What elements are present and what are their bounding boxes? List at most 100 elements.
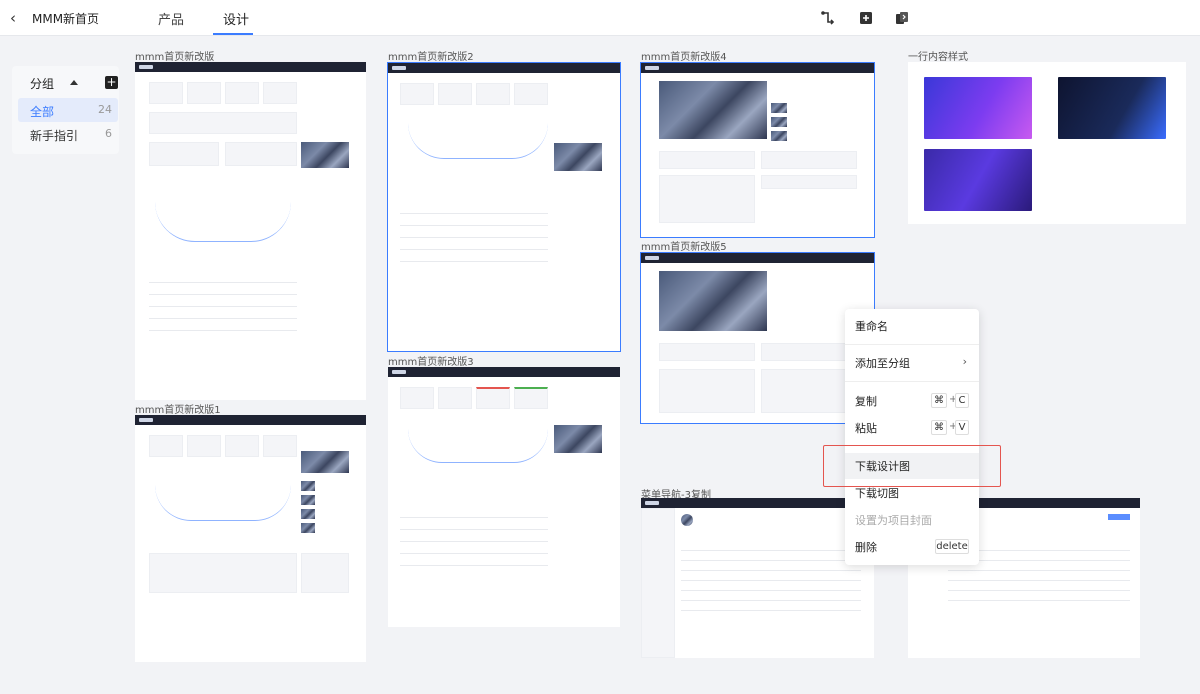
menu-item-set-cover: 设置为项目封面 (845, 507, 979, 533)
image-placeholder (554, 425, 602, 453)
promo-banner-purple (924, 77, 1032, 139)
group-item-label: 全部 (30, 105, 55, 119)
table-line (681, 600, 861, 601)
menu-item-paste[interactable]: 粘贴 ⌘ + V (845, 415, 979, 441)
artboard-thumbnail-selected[interactable] (387, 62, 621, 352)
content-block (659, 175, 755, 223)
area-chart (155, 202, 291, 242)
menu-item-label: 重命名 (855, 320, 888, 333)
top-bar: ‹ MMM新首页 产品 设计 (0, 0, 1200, 36)
add-icon[interactable] (858, 10, 874, 26)
menu-divider (845, 381, 979, 382)
stat-card (225, 82, 259, 104)
menu-item-delete[interactable]: 删除 delete (845, 534, 979, 560)
artboard-header (641, 498, 874, 508)
table-line (681, 590, 861, 591)
table-line (149, 318, 297, 319)
menu-item-add-to-group[interactable]: 添加至分组 › (845, 350, 979, 376)
table-line (400, 553, 548, 554)
group-item-guide[interactable]: 新手指引 6 (18, 122, 118, 146)
context-menu: 重命名 添加至分组 › 复制 ⌘ + C 粘贴 ⌘ + V 下载设计图 下载切图… (845, 309, 979, 565)
sidebar-block (641, 508, 675, 658)
artboard-thumbnail[interactable] (640, 252, 875, 424)
artboard-title: mmm首页新改版4 (641, 52, 727, 63)
stat-card (438, 387, 472, 409)
menu-item-rename[interactable]: 重命名 (845, 313, 979, 339)
tab-product[interactable]: 产品 (158, 9, 184, 28)
content-block (761, 369, 857, 413)
table-line (400, 237, 548, 238)
artboard-thumbnail[interactable] (135, 62, 366, 400)
menu-item-copy[interactable]: 复制 ⌘ + C (845, 388, 979, 414)
stat-card (400, 387, 434, 409)
pages-icon[interactable] (894, 10, 910, 26)
image-placeholder (554, 143, 602, 171)
content-block (301, 553, 349, 593)
artboard-thumbnail[interactable] (135, 415, 366, 662)
content-block (659, 369, 755, 413)
shortcut-key: V (955, 420, 969, 435)
image-thumb (771, 131, 787, 141)
table-line (400, 529, 548, 530)
menu-item-label: 复制 (855, 395, 877, 408)
image-placeholder (659, 271, 767, 331)
stat-card (514, 83, 548, 105)
image-thumb (301, 509, 315, 519)
back-arrow-icon[interactable]: ‹ (10, 9, 28, 27)
table-line (948, 600, 1130, 601)
image-thumb (771, 103, 787, 113)
table-line (400, 517, 548, 518)
table-line (948, 590, 1130, 591)
content-block (225, 142, 297, 166)
table-line (681, 550, 861, 551)
menu-item-label: 下载切图 (855, 487, 899, 500)
artboard-title: mmm首页新改版 (135, 52, 215, 63)
menu-item-label: 设置为项目封面 (855, 514, 932, 527)
groups-title[interactable]: 分组 (30, 75, 54, 92)
artboard-thumbnail[interactable] (641, 498, 874, 658)
content-block (659, 343, 755, 361)
artboard-thumbnail[interactable] (908, 62, 1186, 224)
group-item-all[interactable]: 全部 24 (18, 98, 118, 122)
content-block (761, 343, 857, 361)
group-item-count: 6 (105, 127, 112, 140)
table-line (681, 610, 861, 611)
area-chart (408, 429, 548, 463)
image-placeholder (659, 81, 767, 139)
menu-item-download-slices[interactable]: 下载切图 (845, 480, 979, 506)
content-block (149, 142, 219, 166)
stat-card (149, 435, 183, 457)
artboard-header (641, 253, 874, 263)
avatar (681, 514, 693, 526)
menu-item-label: 下载设计图 (855, 460, 910, 473)
tab-design[interactable]: 设计 (223, 9, 249, 28)
artboard-title: mmm首页新改版1 (135, 405, 221, 416)
stat-card (225, 435, 259, 457)
collapse-up-icon[interactable] (70, 80, 78, 85)
menu-item-label: 粘贴 (855, 422, 877, 435)
primary-button-block (1108, 514, 1130, 520)
image-thumb (771, 117, 787, 127)
image-placeholder (301, 142, 349, 168)
area-chart (155, 485, 291, 521)
content-block (149, 112, 297, 134)
table-line (948, 570, 1130, 571)
connect-flow-icon[interactable] (820, 10, 836, 26)
add-group-icon[interactable]: + (105, 76, 118, 89)
groups-panel: 分组 + 全部 24 新手指引 6 (12, 66, 119, 154)
artboard-thumbnail[interactable] (388, 367, 620, 627)
menu-item-label: 添加至分组 (855, 357, 910, 370)
image-placeholder (301, 451, 349, 473)
artboard-header (135, 415, 366, 425)
shortcut-key: C (955, 393, 969, 408)
stat-card (400, 83, 434, 105)
content-block (761, 175, 857, 189)
menu-item-download-design[interactable]: 下载设计图 (845, 453, 979, 479)
artboard-title: 一行内容样式 (908, 52, 968, 63)
artboard-thumbnail[interactable] (640, 62, 875, 238)
active-tab-indicator (213, 33, 253, 35)
image-thumb (301, 495, 315, 505)
table-line (149, 282, 297, 283)
command-key-icon: ⌘ (931, 393, 947, 408)
stat-card (476, 83, 510, 105)
